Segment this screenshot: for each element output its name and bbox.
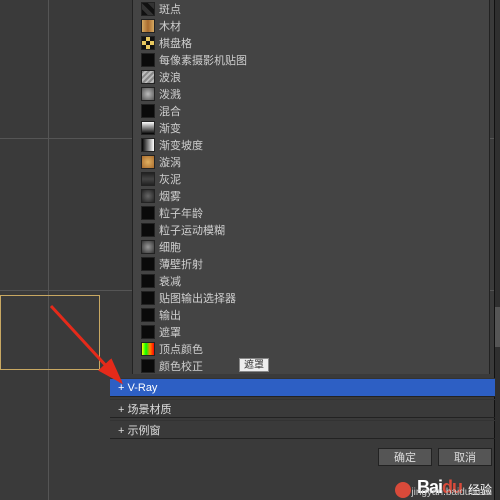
map-list-item[interactable]: 渐变坡度 [133, 136, 489, 153]
map-swatch-icon [141, 104, 155, 118]
map-list-item[interactable]: 顶点颜色 [133, 340, 489, 357]
map-swatch-icon [141, 206, 155, 220]
map-list-label: 漩涡 [159, 154, 181, 170]
category-group: + 示例窗 [110, 420, 495, 439]
map-list-label: 斑点 [159, 1, 181, 17]
map-list-label: 渐变坡度 [159, 137, 203, 153]
map-list-label: 粒子年龄 [159, 205, 203, 221]
map-list-item[interactable]: 每像素摄影机贴图 [133, 51, 489, 68]
map-list-label: 灰泥 [159, 171, 181, 187]
map-list-label: 混合 [159, 103, 181, 119]
map-swatch-icon [141, 223, 155, 237]
map-list-label: 薄壁折射 [159, 256, 203, 272]
map-list-item[interactable]: 细胞 [133, 238, 489, 255]
map-list-item[interactable]: 颜色校正 遮罩 [133, 357, 489, 374]
map-swatch-icon [141, 19, 155, 33]
map-list-label: 烟雾 [159, 188, 181, 204]
map-list-item[interactable]: 木材 [133, 17, 489, 34]
side-panel-text-hint [495, 307, 500, 347]
map-swatch-icon [141, 274, 155, 288]
map-list-label: 棋盘格 [159, 35, 192, 51]
map-list-label: 渐变 [159, 120, 181, 136]
category-group: + V-Ray [110, 378, 495, 397]
watermark-url: jingyan.baidu.com [411, 487, 492, 498]
map-list-item[interactable]: 输出 [133, 306, 489, 323]
map-swatch-icon [141, 359, 155, 373]
map-list: 斑点木材棋盘格每像素摄影机贴图波浪泼溅混合渐变渐变坡度漩涡灰泥烟雾粒子年龄粒子运… [133, 0, 489, 374]
category-group-row[interactable]: + 场景材质 [110, 399, 495, 418]
map-list-item[interactable]: 烟雾 [133, 187, 489, 204]
map-list-label: 遮罩 [159, 324, 181, 340]
map-browser-panel: 斑点木材棋盘格每像素摄影机贴图波浪泼溅混合渐变渐变坡度漩涡灰泥烟雾粒子年龄粒子运… [132, 0, 490, 374]
map-list-label: 波浪 [159, 69, 181, 85]
map-swatch-icon [141, 240, 155, 254]
map-list-label: 细胞 [159, 239, 181, 255]
category-group-row[interactable]: + 示例窗 [110, 420, 495, 439]
map-list-item[interactable]: 遮罩 [133, 323, 489, 340]
map-swatch-icon [141, 342, 155, 356]
paw-icon [395, 482, 411, 498]
map-list-label: 衰减 [159, 273, 181, 289]
map-swatch-icon [141, 291, 155, 305]
map-list-item[interactable]: 薄壁折射 [133, 255, 489, 272]
map-list-item[interactable]: 棋盘格 [133, 34, 489, 51]
map-list-item[interactable]: 混合 [133, 102, 489, 119]
map-list-item[interactable]: 衰减 [133, 272, 489, 289]
map-list-label: 木材 [159, 18, 181, 34]
map-swatch-icon [141, 172, 155, 186]
map-list-item[interactable]: 泼溅 [133, 85, 489, 102]
map-swatch-icon [141, 155, 155, 169]
map-list-label: 顶点颜色 [159, 341, 203, 357]
map-list-item[interactable]: 漩涡 [133, 153, 489, 170]
map-swatch-icon [141, 138, 155, 152]
map-list-item[interactable]: 粒子年龄 [133, 204, 489, 221]
ok-button[interactable]: 确定 [378, 448, 432, 466]
selection-frame [0, 295, 100, 370]
map-list-item[interactable]: 灰泥 [133, 170, 489, 187]
map-list-label: 泼溅 [159, 86, 181, 102]
map-swatch-icon [141, 36, 155, 50]
map-swatch-icon [141, 2, 155, 16]
map-swatch-icon [141, 257, 155, 271]
map-list-label: 贴图输出选择器 [159, 290, 236, 306]
map-swatch-icon [141, 325, 155, 339]
map-swatch-icon [141, 308, 155, 322]
map-list-label: 每像素摄影机贴图 [159, 52, 247, 68]
category-group-row[interactable]: + V-Ray [110, 378, 495, 397]
category-group: + 场景材质 [110, 399, 495, 418]
map-swatch-icon [141, 53, 155, 67]
map-list-label: 粒子运动模糊 [159, 222, 225, 238]
map-list-item[interactable]: 斑点 [133, 0, 489, 17]
dialog-button-bar: 确定 取消 [378, 448, 492, 466]
map-swatch-icon [141, 87, 155, 101]
map-swatch-icon [141, 189, 155, 203]
map-list-label: 颜色校正 [159, 358, 203, 374]
grid-line [48, 0, 49, 500]
map-list-item[interactable]: 渐变 [133, 119, 489, 136]
map-list-item[interactable]: 贴图输出选择器 [133, 289, 489, 306]
map-list-item[interactable]: 粒子运动模糊 [133, 221, 489, 238]
cancel-button[interactable]: 取消 [438, 448, 492, 466]
tooltip: 遮罩 [239, 358, 269, 372]
map-swatch-icon [141, 70, 155, 84]
map-list-label: 输出 [159, 307, 181, 323]
map-list-item[interactable]: 波浪 [133, 68, 489, 85]
map-swatch-icon [141, 121, 155, 135]
